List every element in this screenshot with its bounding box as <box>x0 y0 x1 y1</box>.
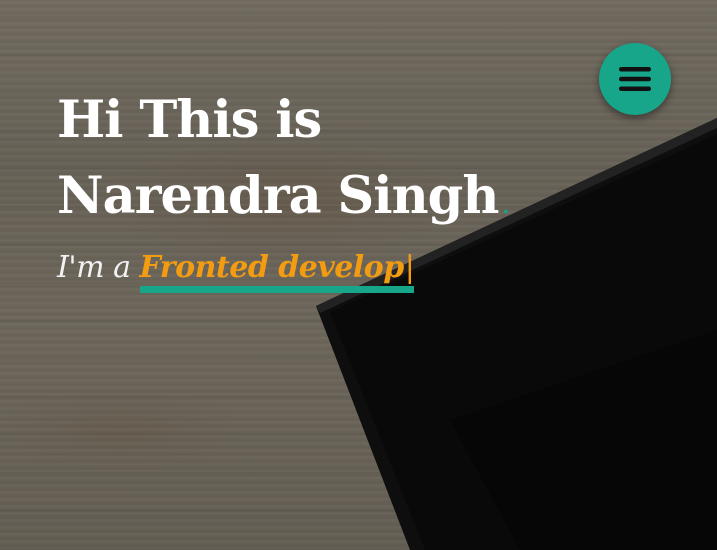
typed-text: Fronted develop <box>139 250 405 285</box>
menu-button[interactable] <box>599 43 671 115</box>
title-dot: . <box>502 194 509 218</box>
typed-text-wrapper: Fronted develop| <box>139 250 415 293</box>
hero-section: Hi This is Narendra Singh. I'm a Fronted… <box>0 0 717 550</box>
hero-title: Hi This is Narendra Singh. <box>57 82 597 244</box>
typing-cursor: | <box>404 250 415 285</box>
tagline-prefix: I'm a <box>57 250 140 285</box>
hero-tagline: I'm a Fronted develop| <box>57 250 415 293</box>
hamburger-menu-icon <box>619 67 651 91</box>
hero-title-text: Hi This is Narendra Singh <box>57 90 499 226</box>
typed-text-underline <box>139 286 415 293</box>
